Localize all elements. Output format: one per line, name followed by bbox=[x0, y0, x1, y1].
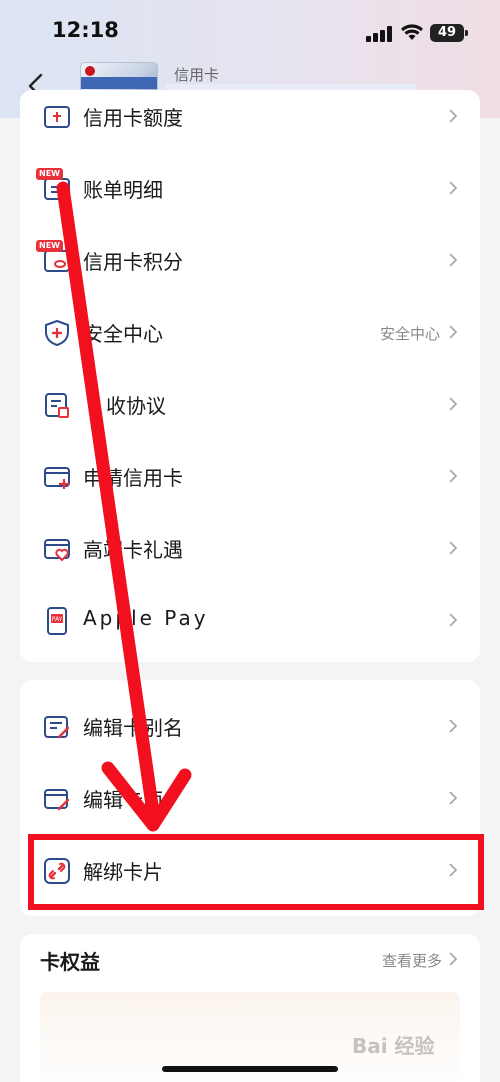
chevron-right-icon bbox=[449, 397, 458, 411]
chevron-right-icon bbox=[449, 541, 458, 555]
row-apple-pay[interactable]: PAY Apple Pay bbox=[20, 584, 480, 656]
card-type-label: 信用卡 bbox=[174, 66, 220, 84]
row-agreement[interactable]: 收协议 bbox=[20, 368, 480, 440]
battery-icon: 49 bbox=[430, 24, 468, 42]
apple-pay-icon: PAY bbox=[47, 607, 67, 635]
card-points-icon: NEW bbox=[36, 240, 72, 276]
bank-logo-icon bbox=[85, 66, 95, 76]
row-label: 编辑卡别名 bbox=[83, 716, 183, 740]
chevron-right-icon bbox=[449, 613, 458, 627]
row-label: 高端卡礼遇 bbox=[83, 538, 183, 562]
chevron-right-icon bbox=[449, 719, 458, 733]
row-apply-card[interactable]: 申请信用卡 bbox=[20, 440, 480, 512]
chevron-right-icon bbox=[449, 791, 458, 805]
annotation-highlight-box bbox=[28, 834, 484, 910]
status-bar: 12:18 49 bbox=[0, 18, 500, 50]
row-security-center[interactable]: 安全中心 安全中心 bbox=[20, 296, 480, 368]
chevron-right-icon bbox=[449, 181, 458, 195]
agreement-icon bbox=[45, 393, 69, 418]
apply-card-icon bbox=[44, 467, 70, 489]
chevron-right-icon bbox=[449, 253, 458, 267]
chevron-right-icon bbox=[449, 325, 458, 339]
card-services-group: 信用卡额度 NEW 账单明细 NEW 信用卡积分 安全中心 安全中心 收协议 申… bbox=[20, 90, 480, 662]
new-badge: NEW bbox=[36, 240, 63, 252]
benefits-title: 卡权益 bbox=[40, 950, 100, 974]
row-edit-card-face[interactable]: 编辑卡面 bbox=[20, 762, 480, 834]
chevron-right-icon bbox=[449, 469, 458, 483]
svg-text:PAY: PAY bbox=[52, 616, 63, 623]
row-credit-limit[interactable]: 信用卡额度 bbox=[20, 90, 480, 152]
bill-details-icon: NEW bbox=[36, 168, 72, 204]
row-card-points[interactable]: NEW 信用卡积分 bbox=[20, 224, 480, 296]
row-label: 信用卡积分 bbox=[83, 250, 183, 274]
cellular-signal-icon bbox=[366, 26, 392, 42]
row-label: 编辑卡面 bbox=[83, 788, 163, 812]
row-extra-text: 安全中心 bbox=[379, 325, 440, 343]
chevron-right-icon bbox=[449, 952, 458, 966]
row-label: 收协议 bbox=[106, 394, 166, 418]
credit-limit-icon bbox=[44, 106, 70, 128]
card-benefits-section: 卡权益 查看更多 bbox=[20, 934, 480, 1082]
edit-alias-icon bbox=[44, 716, 70, 739]
row-label: Apple Pay bbox=[83, 606, 209, 630]
status-time: 12:18 bbox=[52, 18, 119, 42]
gift-card-icon bbox=[44, 539, 70, 562]
row-label: 安全中心 bbox=[83, 322, 163, 346]
row-bill-details[interactable]: NEW 账单明细 bbox=[20, 152, 480, 224]
row-premium-perks[interactable]: 高端卡礼遇 bbox=[20, 512, 480, 584]
wifi-icon bbox=[401, 24, 423, 40]
row-edit-alias[interactable]: 编辑卡别名 bbox=[20, 690, 480, 762]
chevron-right-icon bbox=[449, 109, 458, 123]
watermark: Bai 经验 bbox=[352, 1034, 435, 1058]
shield-icon bbox=[45, 319, 69, 347]
home-indicator bbox=[162, 1066, 338, 1072]
new-badge: NEW bbox=[36, 168, 63, 180]
row-label: 申请信用卡 bbox=[83, 466, 183, 490]
row-label: 账单明细 bbox=[83, 178, 163, 202]
view-more-link[interactable]: 查看更多 bbox=[382, 950, 442, 971]
edit-card-face-icon bbox=[44, 789, 70, 811]
row-label: 信用卡额度 bbox=[83, 106, 183, 130]
